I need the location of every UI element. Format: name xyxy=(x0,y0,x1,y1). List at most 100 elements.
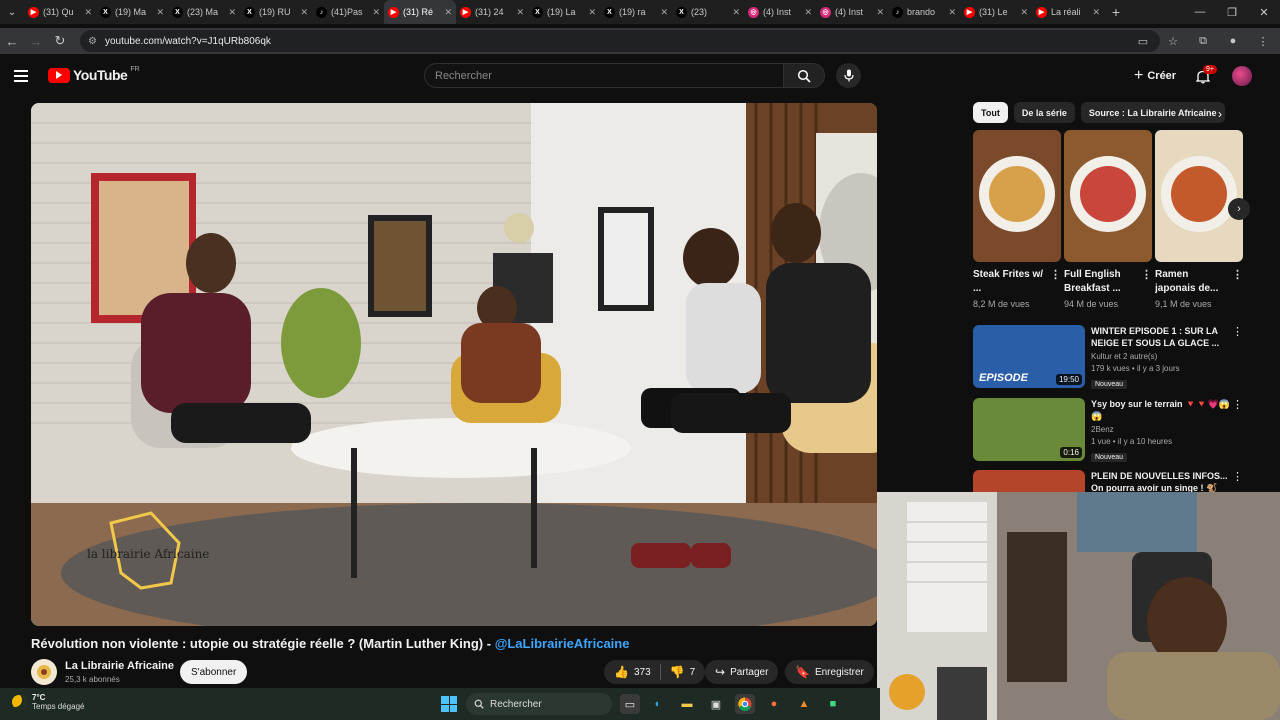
recommendation-item[interactable]: 0:16 Ysy boy sur le terrain 🔻🔻💗😱😱 2Benz 1 … xyxy=(973,398,1243,462)
share-button[interactable]: ↪ Partager xyxy=(705,660,779,684)
tab-close-icon[interactable]: ✕ xyxy=(948,7,956,18)
tab-close-icon[interactable]: ✕ xyxy=(228,7,236,18)
recommendation-thumbnail[interactable]: EPISODE 19:50 xyxy=(973,325,1085,388)
bookmark-star-icon[interactable]: ☆ xyxy=(1162,30,1184,52)
tab-close-icon[interactable]: ✕ xyxy=(156,7,164,18)
more-options-icon[interactable]: ⋮ xyxy=(1232,470,1243,483)
chevron-right-icon[interactable]: › xyxy=(1218,107,1222,121)
microphone-icon[interactable] xyxy=(836,63,861,88)
recommendation-title[interactable]: PLEIN DE NOUVELLES INFOS... On pourra av… xyxy=(1091,470,1231,492)
channel-handle-link[interactable]: @LaLibrairieAfricaine xyxy=(495,636,630,651)
task-view-icon[interactable]: ▭ xyxy=(620,694,640,714)
tab-close-icon[interactable]: ✕ xyxy=(372,7,380,18)
browser-tab[interactable]: ▶ (31) Le ✕ xyxy=(960,0,1032,24)
minimize-icon[interactable]: — xyxy=(1184,0,1216,24)
cast-icon[interactable]: ▭ xyxy=(1132,30,1154,52)
recommendation-channel[interactable]: Kultur et 2 autre(s) xyxy=(1091,352,1231,361)
tab-close-icon[interactable]: ✕ xyxy=(1020,7,1028,18)
browser-tab[interactable]: ▶ (31) Ré ✕ xyxy=(384,0,456,24)
profile-icon[interactable]: ● xyxy=(1222,30,1244,52)
file-explorer-icon[interactable]: ▬ xyxy=(677,694,697,714)
browser-tab[interactable]: X (19) ra ✕ xyxy=(600,0,672,24)
browser-tab[interactable]: ♪ (41)Pas ✕ xyxy=(312,0,384,24)
browser-tab[interactable]: X (19) RU ✕ xyxy=(240,0,312,24)
recommendation-thumbnail[interactable]: 0:16 xyxy=(973,398,1085,461)
close-window-icon[interactable]: ✕ xyxy=(1248,0,1280,24)
hamburger-menu-icon[interactable] xyxy=(14,66,34,86)
tab-close-icon[interactable]: ✕ xyxy=(876,7,884,18)
firefox-icon[interactable]: ● xyxy=(764,694,784,714)
chrome-icon[interactable] xyxy=(735,694,755,714)
short-card[interactable]: Steak Frites w/ ... ⋮ 8,2 M de vues xyxy=(973,130,1061,309)
dislike-count[interactable]: 7 xyxy=(690,667,696,678)
edge-icon[interactable]: ◐ xyxy=(648,694,668,714)
short-thumbnail[interactable] xyxy=(973,130,1061,262)
windows-start-icon[interactable] xyxy=(441,696,457,712)
more-options-icon[interactable]: ⋮ xyxy=(1141,268,1152,282)
extensions-icon[interactable]: ⧉ xyxy=(1192,30,1214,52)
weather-widget[interactable]: 7°C Temps dégagé xyxy=(12,693,84,711)
filter-chip[interactable]: De la série xyxy=(1013,102,1075,123)
tab-close-icon[interactable]: ✕ xyxy=(1092,7,1100,18)
site-info-icon[interactable]: ⚙ xyxy=(88,36,97,47)
video-player[interactable]: la librairie Africaine xyxy=(31,103,877,626)
tab-close-icon[interactable]: ✕ xyxy=(300,7,308,18)
channel-avatar[interactable] xyxy=(31,659,57,685)
short-title[interactable]: Ramen japonais de... xyxy=(1155,269,1218,294)
short-card[interactable]: Ramen japonais de... ⋮ 9,1 M de vues xyxy=(1155,130,1243,309)
browser-tab[interactable]: ▶ (31) 24 ✕ xyxy=(456,0,528,24)
taskbar-search[interactable]: Rechercher xyxy=(466,693,612,715)
thumbs-down-icon[interactable]: 👎 xyxy=(670,665,685,679)
short-title[interactable]: Full English Breakfast ... xyxy=(1064,269,1121,294)
reload-icon[interactable]: ↻ xyxy=(48,29,72,53)
browser-tab[interactable]: X (23) ✕ xyxy=(672,0,744,24)
tab-close-icon[interactable]: ✕ xyxy=(588,7,596,18)
recommendation-item[interactable]: PLEIN DE NOUVELLES INFOS... On pourra av… xyxy=(973,470,1243,492)
short-thumbnail[interactable] xyxy=(1155,130,1243,262)
recommendation-thumbnail[interactable] xyxy=(973,470,1085,492)
filter-chip[interactable]: Source : La Librairie Africaine xyxy=(1080,102,1225,123)
browser-tab[interactable]: X (23) Ma ✕ xyxy=(168,0,240,24)
youtube-logo[interactable]: YouTube FR xyxy=(48,66,140,83)
new-tab-button[interactable]: + xyxy=(1104,4,1128,20)
short-thumbnail[interactable] xyxy=(1064,130,1152,262)
browser-tab[interactable]: ▶ La réali ✕ xyxy=(1032,0,1104,24)
browser-tab[interactable]: ◎ (4) Inst ✕ xyxy=(744,0,816,24)
account-avatar[interactable] xyxy=(1232,66,1252,86)
channel-name[interactable]: La Librairie Africaine xyxy=(65,660,174,672)
more-options-icon[interactable]: ⋮ xyxy=(1232,268,1243,282)
shorts-next-icon[interactable]: › xyxy=(1228,198,1250,220)
tab-close-icon[interactable]: ✕ xyxy=(660,7,668,18)
more-options-icon[interactable]: ⋮ xyxy=(1232,398,1243,411)
tab-close-icon[interactable]: ✕ xyxy=(516,7,524,18)
create-button[interactable]: + Créer xyxy=(1128,65,1182,87)
recommendation-title[interactable]: Ysy boy sur le terrain 🔻🔻💗😱😱 xyxy=(1091,398,1231,422)
recommendation-item[interactable]: EPISODE 19:50 WINTER EPISODE 1 : SUR LA N… xyxy=(973,325,1243,389)
filter-chip[interactable]: Tout xyxy=(973,102,1008,123)
more-options-icon[interactable]: ⋮ xyxy=(1232,325,1243,338)
tab-close-icon[interactable]: ✕ xyxy=(732,7,740,18)
store-icon[interactable]: ▣ xyxy=(706,694,726,714)
recommendation-channel[interactable]: 2Benz xyxy=(1091,425,1231,434)
subscribe-button[interactable]: S'abonner xyxy=(180,660,248,684)
tab-close-icon[interactable]: ✕ xyxy=(804,7,812,18)
forward-arrow-icon[interactable]: → xyxy=(24,29,48,53)
app-icon[interactable]: ■ xyxy=(823,694,843,714)
search-input[interactable]: Rechercher xyxy=(424,63,784,88)
vlc-icon[interactable]: ▲ xyxy=(794,694,814,714)
short-title[interactable]: Steak Frites w/ ... xyxy=(973,269,1043,294)
back-arrow-icon[interactable]: ← xyxy=(0,29,24,53)
thumbs-up-icon[interactable]: 👍 xyxy=(614,665,629,679)
like-count[interactable]: 373 xyxy=(634,667,651,678)
address-bar[interactable]: ⚙ youtube.com/watch?v=J1qURb806qk xyxy=(80,30,1160,52)
search-icon[interactable] xyxy=(783,63,825,88)
short-card[interactable]: Full English Breakfast ... ⋮ 94 M de vues xyxy=(1064,130,1152,309)
browser-tab[interactable]: X (19) La ✕ xyxy=(528,0,600,24)
maximize-icon[interactable]: ❐ xyxy=(1216,0,1248,24)
recommendation-title[interactable]: WINTER EPISODE 1 : SUR LA NEIGE ET SOUS … xyxy=(1091,325,1231,349)
save-button[interactable]: 🔖 Enregistrer xyxy=(785,660,874,684)
browser-tab[interactable]: ♪ brando ✕ xyxy=(888,0,960,24)
browser-tab[interactable]: ▶ (31) Qu ✕ xyxy=(24,0,96,24)
tab-search-icon[interactable]: ⌄ xyxy=(0,0,24,24)
browser-tab[interactable]: X (19) Ma ✕ xyxy=(96,0,168,24)
